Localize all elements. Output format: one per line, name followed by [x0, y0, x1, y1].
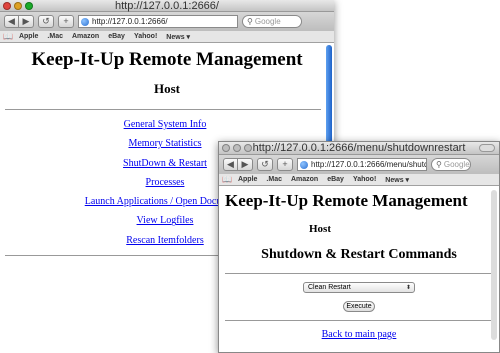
browser-window-shutdown: http://127.0.0.1:2666/menu/shutdownresta… — [218, 141, 500, 353]
divider — [5, 109, 321, 110]
title-bar[interactable]: http://127.0.0.1:2666/menu/shutdownresta… — [219, 142, 499, 155]
page-title: Keep-It-Up Remote Management — [225, 191, 468, 210]
bookmark-yahoo[interactable]: Yahoo! — [353, 176, 376, 183]
window-title: http://127.0.0.1:2666/ — [115, 0, 219, 12]
search-field[interactable]: ⚲ Google — [242, 15, 302, 28]
forward-button[interactable]: ▶ — [19, 15, 34, 28]
link-memory-statistics[interactable]: Memory Statistics — [128, 138, 201, 149]
bookmark-mac[interactable]: .Mac — [266, 176, 282, 183]
address-bar[interactable]: http://127.0.0.1:2666/ — [78, 15, 238, 28]
forward-button[interactable]: ▶ — [238, 158, 253, 171]
reload-button[interactable]: ↺ — [38, 15, 54, 28]
link-shutdown-restart[interactable]: ShutDown & Restart — [123, 158, 207, 169]
address-text: http://127.0.0.1:2666/ — [92, 17, 168, 26]
scroll-thumb[interactable] — [326, 45, 332, 155]
globe-icon — [81, 17, 89, 26]
window-controls — [222, 144, 252, 152]
search-field[interactable]: ⚲ Google — [431, 158, 471, 171]
bookmark-mac[interactable]: .Mac — [47, 33, 63, 40]
search-icon: ⚲ — [247, 17, 253, 26]
execute-button[interactable]: Execute — [343, 301, 375, 312]
link-rescan-itemfolders[interactable]: Rescan Itemfolders — [126, 235, 203, 246]
bookmark-apple[interactable]: Apple — [19, 33, 38, 40]
link-view-logfiles[interactable]: View Logfiles — [137, 215, 194, 226]
select-value: Clean Restart — [308, 284, 351, 291]
address-bar[interactable]: http://127.0.0.1:2666/menu/shutdownresta… — [297, 158, 427, 171]
address-text: http://127.0.0.1:2666/menu/shutdownresta… — [311, 160, 426, 169]
add-bookmark-button[interactable]: + — [277, 158, 293, 171]
zoom-button[interactable] — [244, 144, 252, 152]
add-bookmark-button[interactable]: + — [58, 15, 74, 28]
bookmark-amazon[interactable]: Amazon — [72, 33, 99, 40]
nav-buttons: ◀ ▶ — [223, 158, 253, 171]
bookmark-news[interactable]: News ▾ — [385, 176, 409, 184]
close-button[interactable] — [222, 144, 230, 152]
link-general-system-info[interactable]: General System Info — [124, 119, 207, 130]
section-title: Shutdown & Restart Commands — [261, 247, 457, 262]
page-content: Keep-It-Up Remote Management Host Shutdo… — [219, 186, 499, 346]
minimize-button[interactable] — [233, 144, 241, 152]
bookmarks-book-icon[interactable]: 📖 — [3, 32, 13, 41]
reload-button[interactable]: ↺ — [257, 158, 273, 171]
toolbar: ◀ ▶ ↺ + http://127.0.0.1:2666/menu/shutd… — [219, 155, 499, 174]
bookmark-ebay[interactable]: eBay — [327, 176, 344, 183]
bookmarks-book-icon[interactable]: 📖 — [222, 175, 232, 184]
host-subtitle: Host — [309, 223, 331, 235]
nav-buttons: ◀ ▶ — [4, 15, 34, 28]
bookmark-yahoo[interactable]: Yahoo! — [134, 33, 157, 40]
bookmarks-bar: 📖 Apple .Mac Amazon eBay Yahoo! News ▾ — [0, 31, 334, 43]
vertical-scrollbar[interactable] — [491, 190, 497, 340]
bookmark-news[interactable]: News ▾ — [166, 33, 190, 41]
bookmark-apple[interactable]: Apple — [238, 176, 257, 183]
window-controls — [3, 2, 33, 10]
search-placeholder: Google — [443, 160, 470, 169]
host-subtitle: Host — [154, 81, 180, 96]
bookmarks-bar: 📖 Apple .Mac Amazon eBay Yahoo! News ▾ — [219, 174, 499, 186]
select-arrows-icon: ⬍ — [405, 285, 411, 291]
zoom-button[interactable] — [25, 2, 33, 10]
link-processes[interactable]: Processes — [146, 177, 185, 188]
back-button[interactable]: ◀ — [4, 15, 19, 28]
toolbar: ◀ ▶ ↺ + http://127.0.0.1:2666/ ⚲ Google — [0, 12, 334, 31]
toolbar-toggle-button[interactable] — [479, 144, 495, 152]
search-icon: ⚲ — [436, 160, 442, 169]
close-button[interactable] — [3, 2, 11, 10]
back-button[interactable]: ◀ — [223, 158, 238, 171]
title-bar[interactable]: http://127.0.0.1:2666/ — [0, 0, 334, 12]
minimize-button[interactable] — [14, 2, 22, 10]
search-placeholder: Google — [254, 17, 281, 26]
restart-mode-select[interactable]: Clean Restart ⬍ — [303, 282, 415, 293]
window-title: http://127.0.0.1:2666/menu/shutdownresta… — [252, 142, 466, 154]
back-to-main-link[interactable]: Back to main page — [322, 329, 397, 340]
page-title: Keep-It-Up Remote Management — [31, 49, 303, 70]
bookmark-amazon[interactable]: Amazon — [291, 176, 318, 183]
divider — [225, 273, 495, 274]
divider-bottom — [225, 320, 495, 321]
bookmark-ebay[interactable]: eBay — [108, 33, 125, 40]
globe-icon — [300, 160, 308, 169]
